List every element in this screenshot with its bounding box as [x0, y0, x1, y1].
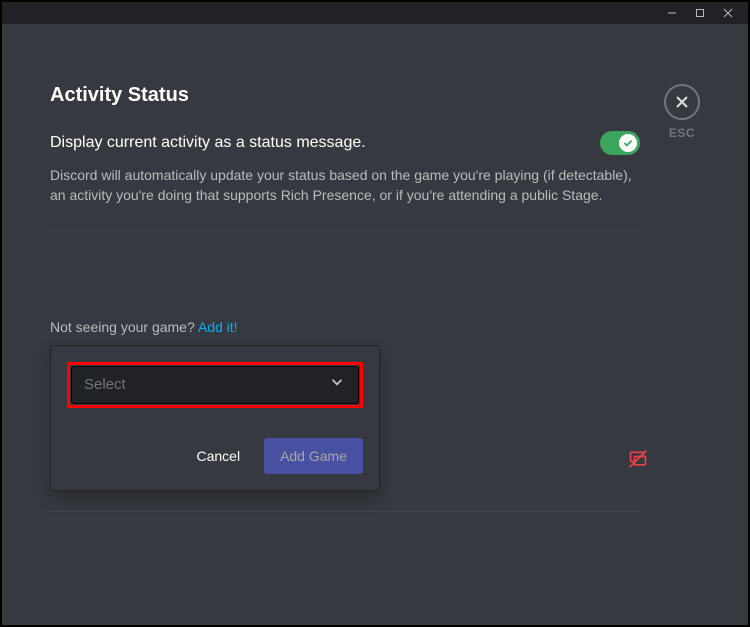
game-select-dropdown[interactable]: Select	[71, 366, 359, 404]
minimize-button[interactable]	[658, 2, 686, 24]
select-highlight: Select	[67, 362, 363, 408]
maximize-button[interactable]	[686, 2, 714, 24]
select-placeholder: Select	[84, 376, 126, 393]
divider	[50, 511, 640, 512]
close-settings-button[interactable]	[664, 84, 700, 120]
esc-label: ESC	[664, 126, 700, 140]
popout-actions: Cancel Add Game	[67, 438, 363, 474]
cancel-button[interactable]: Cancel	[180, 438, 256, 474]
overlay-disabled-icon	[628, 449, 648, 469]
hint-text: Not seeing your game?	[50, 319, 198, 335]
chevron-down-icon	[328, 373, 346, 396]
window-frame: ESC Activity Status Display current acti…	[0, 0, 750, 627]
divider	[50, 230, 640, 231]
toggle-knob	[619, 134, 637, 152]
page-title: Activity Status	[50, 84, 640, 107]
activity-status-setting: Display current activity as a status mes…	[50, 131, 640, 155]
add-game-link[interactable]: Add it!	[198, 319, 238, 335]
setting-description: Discord will automatically update your s…	[50, 165, 640, 206]
add-game-hint: Not seeing your game? Add it!	[50, 319, 640, 335]
activity-status-toggle[interactable]	[600, 131, 640, 155]
settings-page: ESC Activity Status Display current acti…	[2, 24, 748, 625]
setting-label: Display current activity as a status mes…	[50, 134, 366, 152]
titlebar	[2, 2, 748, 24]
window-close-button[interactable]	[714, 2, 742, 24]
add-game-popout: Select Cancel Add Game	[50, 345, 380, 491]
add-game-button[interactable]: Add Game	[264, 438, 363, 474]
